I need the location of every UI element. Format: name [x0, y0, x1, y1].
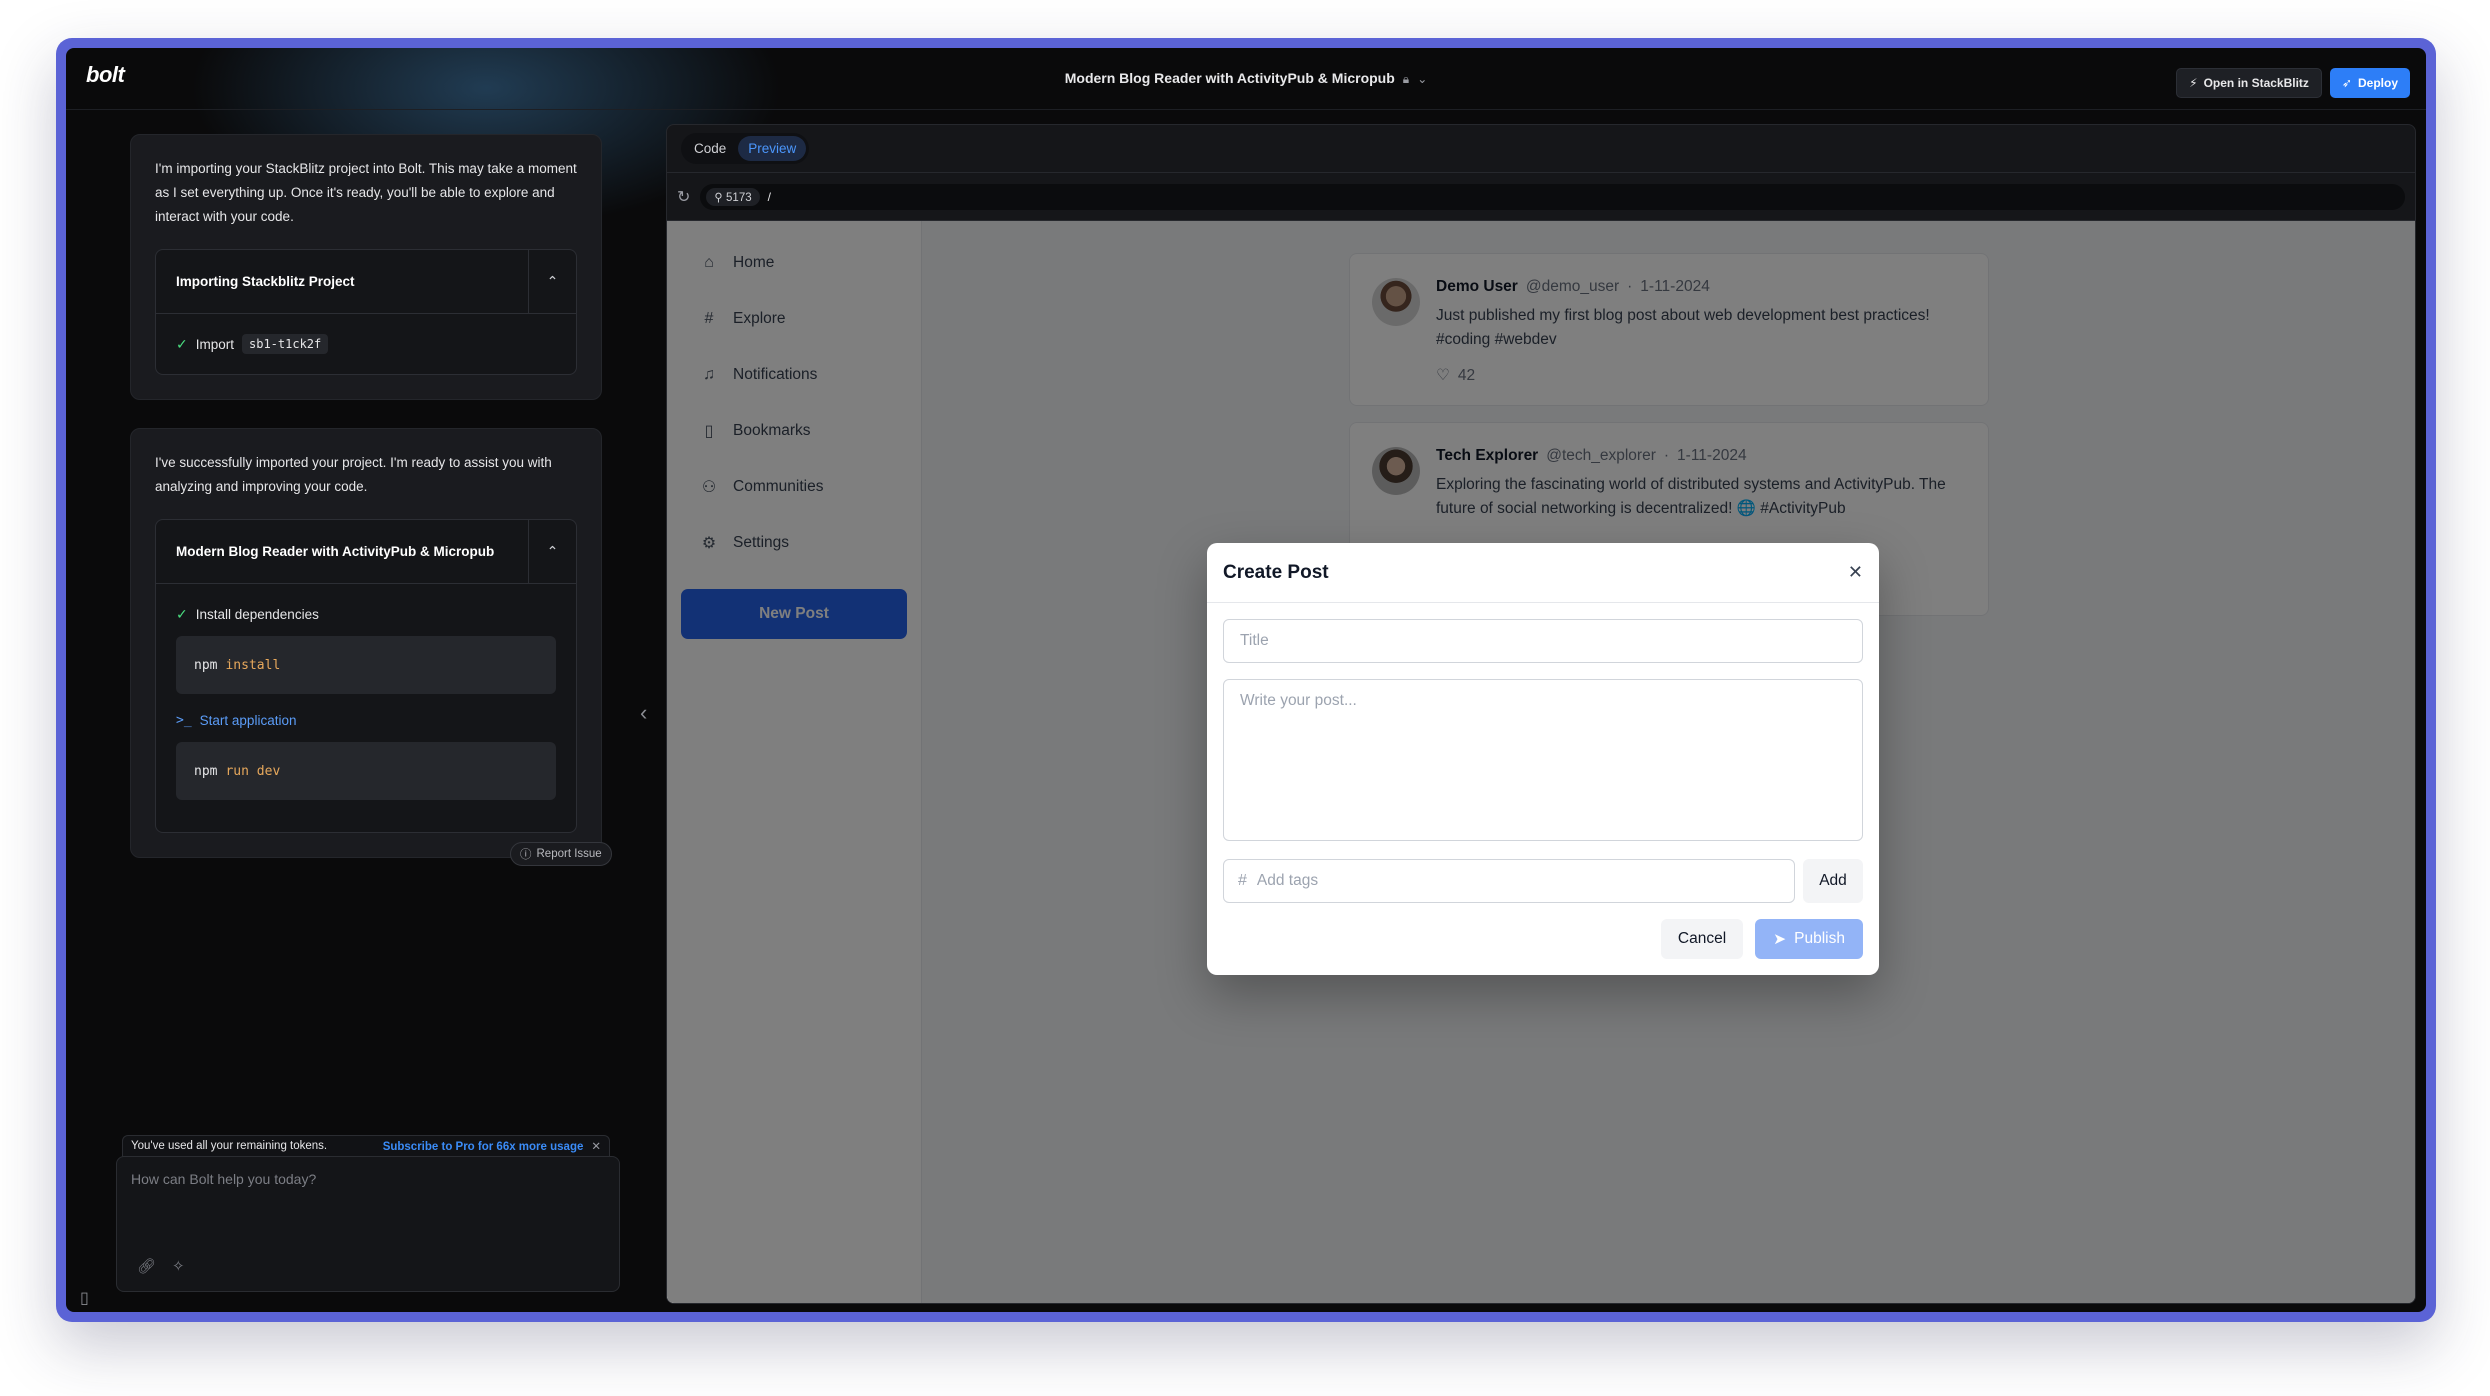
artifact-title: Modern Blog Reader with ActivityPub & Mi…: [176, 544, 495, 559]
action-step: ✓ Install dependencies: [176, 605, 319, 622]
project-id: sb1-t1ck2f: [242, 334, 329, 354]
tab-preview[interactable]: Preview: [738, 136, 807, 161]
workbench: Code Preview ↻ ⚲ 5173 / ⌂Home #Explore ♫…: [666, 124, 2416, 1304]
artifact-header[interactable]: Importing Stackblitz Project ⌃: [156, 249, 576, 314]
close-icon[interactable]: ✕: [1848, 562, 1863, 583]
check-icon: ✓: [176, 605, 188, 622]
preview-frame: ⌂Home #Explore ♫Notifications ▯Bookmarks…: [667, 221, 2415, 1303]
close-icon[interactable]: ✕: [591, 1141, 601, 1153]
alert-icon: ⓘ: [520, 849, 532, 861]
artifact-card: Modern Blog Reader with ActivityPub & Mi…: [155, 519, 577, 833]
assistant-message: I've successfully imported your project.…: [130, 428, 602, 858]
port-selector[interactable]: ⚲ 5173: [706, 187, 760, 206]
send-icon: ➤: [1773, 930, 1787, 948]
message-text: I'm importing your StackBlitz project in…: [155, 161, 577, 224]
assistant-message: I'm importing your StackBlitz project in…: [130, 134, 602, 400]
collapse-chat-icon[interactable]: ‹: [640, 700, 647, 726]
artifact-card: Importing Stackblitz Project ⌃ ✓ Import …: [155, 249, 577, 375]
project-title-menu[interactable]: Modern Blog Reader with ActivityPub & Mi…: [66, 70, 2426, 87]
rocket-icon: ➶: [2341, 76, 2352, 90]
bolt-window: bolt Modern Blog Reader with ActivityPub…: [66, 48, 2426, 1312]
action-step: ✓ Import sb1-t1ck2f: [176, 332, 556, 356]
view-switch: Code Preview: [681, 133, 810, 164]
tags-input[interactable]: [1256, 872, 1794, 890]
plug-icon: ⚲: [714, 191, 727, 204]
url-path: /: [767, 189, 771, 204]
refresh-icon[interactable]: ↻: [677, 187, 690, 207]
window-frame: bolt Modern Blog Reader with ActivityPub…: [56, 38, 2436, 1322]
cancel-button[interactable]: Cancel: [1660, 919, 1744, 959]
message-text: I've successfully imported your project.…: [155, 455, 552, 494]
artifact-title: Importing Stackblitz Project: [176, 274, 355, 289]
hash-icon: #: [1238, 872, 1247, 889]
chevron-up-icon: ⌃: [546, 543, 559, 559]
attach-link-icon[interactable]: 🔗︎: [137, 1257, 156, 1275]
post-body-input[interactable]: [1223, 679, 1863, 841]
publish-button[interactable]: ➤ Publish: [1755, 919, 1863, 959]
tags-field: #: [1223, 859, 1795, 903]
post-title-input[interactable]: [1223, 619, 1863, 663]
action-step: >_ Start application: [176, 712, 297, 728]
enhance-prompt-icon[interactable]: ✧: [172, 1257, 185, 1275]
tab-code[interactable]: Code: [684, 136, 736, 161]
chat-input-box: 🔗︎ ✧: [116, 1156, 620, 1292]
check-icon: ✓: [176, 335, 188, 352]
deploy-button[interactable]: ➶ Deploy: [2329, 68, 2410, 98]
shell-command[interactable]: npm install: [176, 636, 556, 694]
chat-input[interactable]: [131, 1171, 601, 1231]
subscribe-link[interactable]: Subscribe to Pro for 66x more usage: [383, 1141, 584, 1153]
chevron-down-icon: ⌄: [1417, 72, 1428, 86]
artifact-header[interactable]: Modern Blog Reader with ActivityPub & Mi…: [156, 519, 576, 584]
shell-command[interactable]: npm run dev: [176, 742, 556, 800]
open-in-stackblitz-button[interactable]: ⚡︎ Open in StackBlitz: [2176, 68, 2322, 98]
modal-title: Create Post: [1223, 561, 1329, 583]
sidebar-toggle-icon[interactable]: ▯: [80, 1288, 89, 1308]
collapse-button[interactable]: ⌃: [528, 249, 576, 314]
terminal-icon: >_: [176, 712, 192, 728]
collapse-button[interactable]: ⌃: [528, 519, 576, 584]
top-bar: bolt Modern Blog Reader with ActivityPub…: [66, 48, 2426, 110]
report-issue-button[interactable]: ⓘ Report Issue: [510, 842, 612, 866]
create-post-modal: Create Post ✕ # Add Cancel: [1207, 543, 1879, 975]
project-title: Modern Blog Reader with ActivityPub & Mi…: [1064, 70, 1395, 86]
token-warning: You've used all your remaining tokens. S…: [122, 1135, 610, 1157]
chevron-up-icon: ⌃: [546, 273, 559, 289]
preview-url-bar[interactable]: ⚲ 5173 /: [700, 183, 2405, 210]
bolt-icon: ⚡︎: [2189, 76, 2198, 90]
lock-icon: 🔒︎: [1402, 72, 1410, 86]
add-tag-button[interactable]: Add: [1803, 859, 1863, 903]
